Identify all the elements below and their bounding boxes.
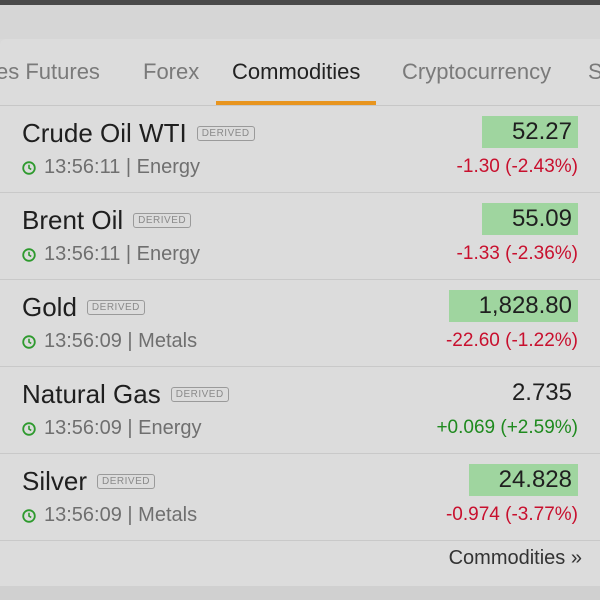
instrument-meta: 13:56:09 | Energy — [22, 417, 202, 440]
instrument-time-category: 13:56:11 | Energy — [44, 156, 201, 178]
instrument-change: -1.33 (-2.36%) — [456, 243, 578, 264]
instrument-meta: 13:56:11 | Energy — [22, 156, 200, 179]
clock-icon — [22, 247, 36, 262]
instrument-meta: 13:56:11 | Energy — [22, 243, 200, 266]
instrument-name-label: Brent Oil — [22, 205, 124, 235]
market-tabs: es Futures Forex Commodities Cryptocurre… — [0, 39, 600, 106]
list-item[interactable]: Natural Gas DERIVED 13:56:09 | Energy 2.… — [0, 367, 600, 454]
instrument-name-label: Natural Gas — [22, 379, 161, 409]
clock-icon — [22, 421, 36, 436]
clock-icon — [22, 334, 36, 349]
instrument-name: Brent Oil DERIVED — [22, 205, 192, 236]
tab-futures[interactable]: es Futures — [0, 39, 100, 105]
instrument-price: 24.828 — [468, 464, 578, 496]
instrument-change: -0.974 (-3.77%) — [445, 504, 578, 525]
instrument-price: 52.27 — [481, 116, 578, 148]
instrument-time-category: 13:56:11 | Energy — [44, 243, 201, 265]
instrument-meta: 13:56:09 | Metals — [22, 330, 197, 353]
list-item[interactable]: Silver DERIVED 13:56:09 | Metals 24.828 … — [0, 454, 600, 541]
tab-commodities-label: Commodities — [232, 59, 361, 84]
commodities-more-link[interactable]: Commodities » — [449, 547, 582, 570]
instrument-time-category: 13:56:09 | Metals — [44, 504, 198, 526]
list-item[interactable]: Brent Oil DERIVED 13:56:11 | Energy 55.0… — [0, 193, 600, 280]
instrument-time-category: 13:56:09 | Metals — [44, 330, 198, 352]
instrument-name-label: Crude Oil WTI — [22, 118, 187, 148]
derived-badge: DERIVED — [133, 213, 192, 228]
derived-badge: DERIVED — [97, 474, 155, 489]
instrument-name-label: Silver — [22, 466, 88, 496]
instrument-name: Gold DERIVED — [22, 292, 145, 323]
instrument-change: -22.60 (-1.22%) — [445, 330, 578, 351]
instrument-price: 1,828.80 — [448, 290, 578, 322]
instrument-name: Natural Gas DERIVED — [22, 379, 229, 410]
clock-icon — [22, 508, 36, 523]
tab-commodities[interactable]: Commodities — [216, 39, 377, 105]
top-spacer — [0, 5, 600, 39]
tab-forex[interactable]: Forex — [143, 39, 199, 105]
instrument-name-label: Gold — [22, 292, 77, 322]
instrument-meta: 13:56:09 | Metals — [22, 504, 197, 527]
instrument-price: 2.735 — [511, 379, 572, 406]
commodity-list: Crude Oil WTI DERIVED 13:56:11 | Energy … — [0, 106, 600, 541]
tab-cryptocurrency[interactable]: Cryptocurrency — [402, 39, 551, 105]
tab-stocks[interactable]: S — [588, 39, 600, 105]
derived-badge: DERIVED — [196, 126, 255, 141]
list-item[interactable]: Crude Oil WTI DERIVED 13:56:11 | Energy … — [0, 106, 600, 193]
instrument-name: Silver DERIVED — [22, 466, 155, 497]
list-item[interactable]: Gold DERIVED 13:56:09 | Metals 1,828.80 … — [0, 280, 600, 367]
active-tab-underline — [216, 101, 377, 105]
instrument-price: 55.09 — [481, 203, 578, 235]
clock-icon — [22, 160, 36, 175]
bottom-strip — [0, 586, 600, 600]
commodities-card: es Futures Forex Commodities Cryptocurre… — [0, 39, 600, 586]
instrument-change: +0.069 (+2.59%) — [436, 417, 578, 438]
derived-badge: DERIVED — [86, 300, 145, 315]
instrument-name: Crude Oil WTI DERIVED — [22, 118, 255, 149]
derived-badge: DERIVED — [170, 387, 229, 402]
instrument-change: -1.30 (-2.43%) — [456, 156, 578, 177]
instrument-time-category: 13:56:09 | Energy — [44, 417, 202, 439]
